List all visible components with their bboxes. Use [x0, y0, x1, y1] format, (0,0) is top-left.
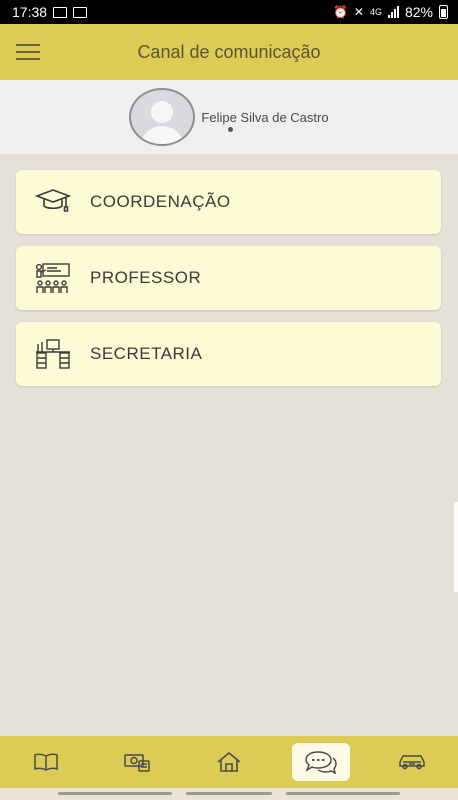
battery-percent: 82%	[404, 4, 433, 20]
alarm-icon: ⏰	[332, 5, 348, 19]
nav-home[interactable]	[200, 743, 258, 781]
back-gesture-pill[interactable]	[58, 792, 172, 795]
profile-name: Felipe Silva de Castro	[201, 109, 329, 125]
nav-chat[interactable]	[291, 743, 350, 781]
channel-label: PROFESSOR	[90, 268, 202, 287]
bottom-nav	[0, 736, 458, 788]
hamburger-icon-line	[16, 44, 40, 46]
channel-label: SECRETARIA	[90, 344, 203, 363]
money-icon	[124, 754, 151, 772]
home-icon	[217, 751, 241, 772]
book-icon	[34, 753, 58, 771]
car-icon	[399, 755, 425, 770]
menu-button[interactable]	[0, 24, 56, 80]
channel-coordenacao[interactable]: COORDENAÇÃO	[16, 170, 441, 234]
status-time: 17:38	[12, 4, 48, 20]
graduation-cap-icon	[16, 187, 90, 217]
avatar-head-icon	[151, 101, 174, 123]
battery-icon	[439, 5, 448, 19]
mute-icon: ✕	[353, 5, 364, 19]
edge-panel-handle[interactable]	[454, 502, 458, 592]
nav-finance[interactable]	[108, 743, 166, 781]
hamburger-icon-line	[16, 58, 40, 60]
profile-header: Felipe Silva de Castro	[0, 80, 458, 154]
nav-transport[interactable]	[383, 743, 441, 781]
nav-book[interactable]	[17, 743, 75, 781]
app-notification-icon	[73, 6, 88, 18]
recent-gesture-pill[interactable]	[286, 792, 400, 795]
channel-professor[interactable]: PROFESSOR	[16, 246, 441, 310]
page-title: Canal de comunicação	[137, 41, 321, 62]
hamburger-icon-line	[16, 51, 40, 53]
avatar-body-icon	[140, 126, 185, 144]
avatar[interactable]	[129, 88, 196, 146]
home-gesture-pill[interactable]	[186, 792, 272, 795]
status-bar: 17:38 ⏰ ✕ 4G 82%	[0, 0, 458, 24]
gallery-notification-icon	[53, 6, 68, 18]
signal-icon	[387, 6, 399, 18]
network-type: 4G	[369, 7, 382, 17]
system-gesture-bar	[0, 788, 458, 800]
app-bar: Canal de comunicação	[0, 24, 458, 80]
status-right: ⏰ ✕ 4G 82%	[333, 4, 448, 20]
status-left: 17:38	[12, 4, 88, 20]
channel-secretaria[interactable]: SECRETARIA	[16, 322, 441, 386]
channel-list: COORDENAÇÃO PROFESSOR SECRETARIA	[16, 170, 441, 398]
office-desk-icon	[16, 338, 90, 370]
channel-label: COORDENAÇÃO	[90, 192, 231, 211]
status-dot	[228, 127, 233, 132]
teacher-classroom-icon	[16, 262, 90, 294]
chat-bubbles-icon	[304, 751, 337, 775]
